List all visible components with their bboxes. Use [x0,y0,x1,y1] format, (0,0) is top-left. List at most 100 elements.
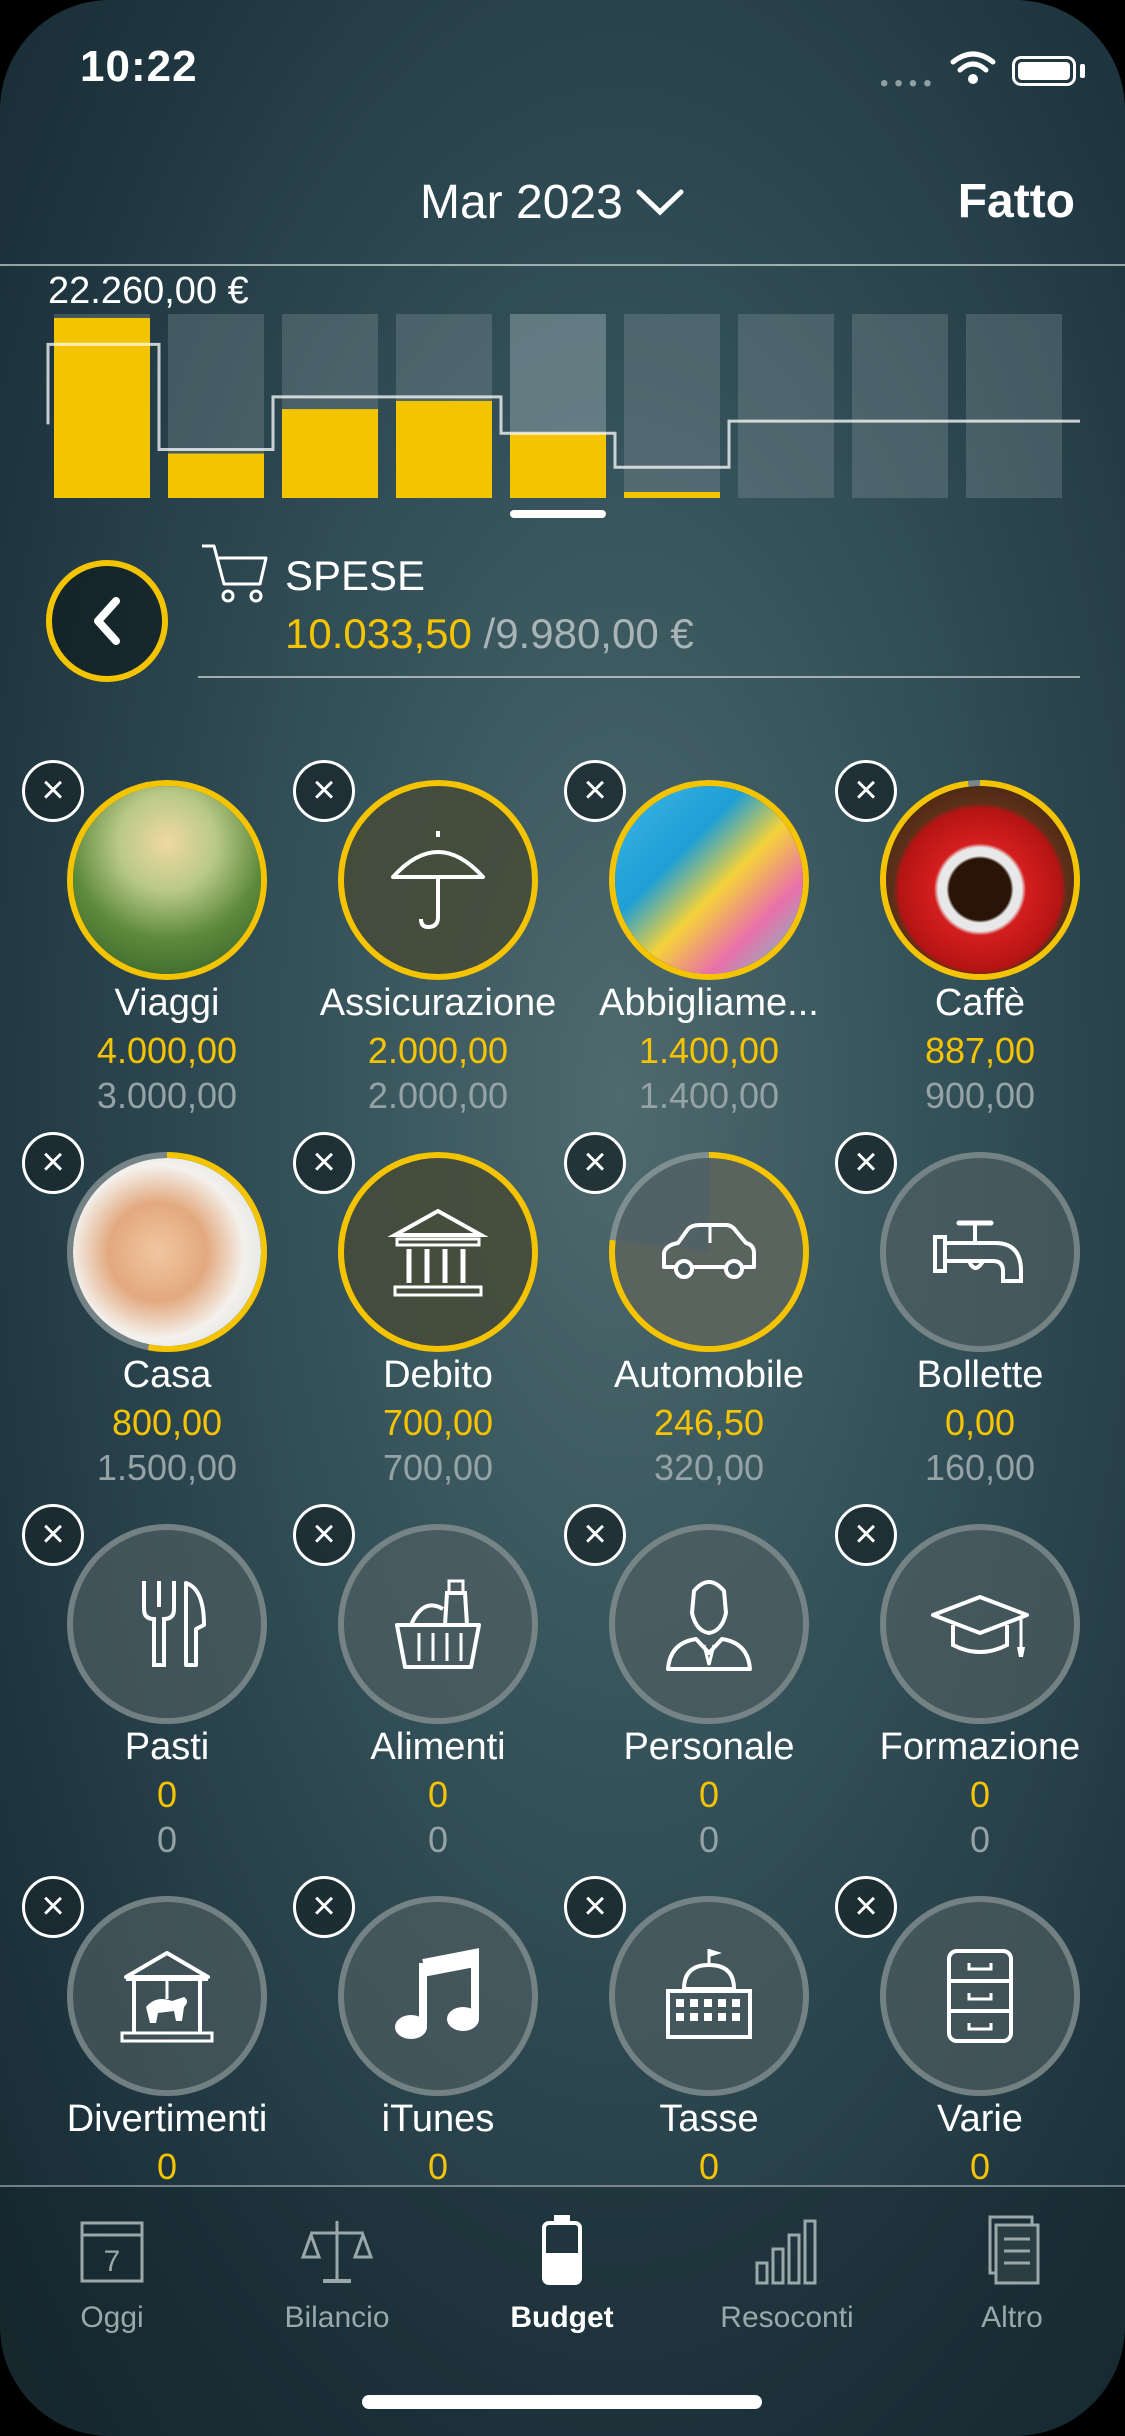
remove-category-button[interactable]: × [835,1876,897,1938]
category-budget-amount: 1.500,00 [96,1447,238,1488]
category-item[interactable]: × Personale 0 0 [564,1504,844,1874]
category-circle[interactable] [338,1152,538,1352]
remove-category-button[interactable]: × [22,760,84,822]
category-circle[interactable] [338,1896,538,2096]
category-item[interactable]: × Divertimenti 0 [22,1876,302,2185]
done-button[interactable]: Fatto [958,174,1075,229]
month-label: Mar 2023 [420,175,623,229]
chart-bar-background[interactable] [738,314,834,498]
category-spent-amount: 0 [969,1774,991,1815]
category-circle[interactable] [609,1524,809,1724]
photo-shopping [615,786,803,974]
calendar-icon: 7 [80,2221,144,2283]
category-item[interactable]: × Debito 700,00 700,00 [293,1132,573,1502]
carousel-icon [120,1951,214,2043]
category-amounts: 10.033,50 /9.980,00 € [285,610,694,658]
category-item[interactable]: × Alimenti 0 0 [293,1504,573,1874]
category-circle[interactable] [609,1896,809,2096]
chart-bar-background[interactable] [624,314,720,498]
status-bar: 10:22 •••• [0,0,1125,140]
category-budget-amount: 3.000,00 [96,1075,238,1116]
category-circle[interactable] [67,780,267,980]
tab-oggi[interactable]: 7 Oggi [12,2211,212,2351]
category-item[interactable]: × Automobile 246,50 320,00 [564,1132,844,1502]
wifi-icon [950,51,996,84]
chart-bar[interactable] [282,409,378,498]
category-item[interactable]: × Assicurazione 2.000,00 2.000,00 [293,760,573,1130]
chart-bar-background[interactable] [852,314,948,498]
category-item[interactable]: × Viaggi 4.000,00 3.000,00 [22,760,302,1130]
close-icon: × [312,767,336,812]
remove-category-button[interactable]: × [835,760,897,822]
remove-category-button[interactable]: × [564,760,626,822]
category-item[interactable]: × Casa 800,00 1.500,00 [22,1132,302,1502]
category-item[interactable]: × Bollette 0,00 160,00 [835,1132,1115,1502]
close-icon: × [583,767,607,812]
selected-month-indicator [510,510,606,518]
category-item[interactable]: × Tasse 0 [564,1876,844,2185]
government-building-icon [666,1949,752,2039]
category-item[interactable]: × Caffè 887,00 900,00 [835,760,1115,1130]
tab-budget[interactable]: Budget [462,2211,662,2351]
scales-icon [300,2221,374,2283]
chart-bar-background[interactable] [966,314,1062,498]
category-circle[interactable] [880,1524,1080,1724]
svg-text:7: 7 [104,2245,121,2278]
remove-category-button[interactable]: × [22,1876,84,1938]
category-spent-amount: 0 [156,1774,178,1815]
remove-category-button[interactable]: × [564,1132,626,1194]
remove-category-button[interactable]: × [22,1132,84,1194]
category-circle[interactable] [880,1896,1080,2096]
close-icon: × [583,1511,607,1556]
remove-category-button[interactable]: × [293,1876,355,1938]
remove-category-button[interactable]: × [564,1504,626,1566]
remove-category-button[interactable]: × [564,1876,626,1938]
category-circle[interactable] [338,1524,538,1724]
category-spent-amount: 0 [698,2146,720,2185]
category-budget-amount: 700,00 [382,1447,494,1488]
close-icon: × [583,1139,607,1184]
category-item[interactable]: × Abbigliame... 1.400,00 1.400,00 [564,760,844,1130]
category-name: Varie [937,2098,1023,2140]
remove-category-button[interactable]: × [293,1132,355,1194]
tab-bilancio[interactable]: Bilancio [237,2211,437,2351]
category-circle[interactable] [880,1152,1080,1352]
category-budget-amount: 0 [969,1819,991,1860]
remove-category-button[interactable]: × [835,1504,897,1566]
close-icon: × [41,1511,65,1556]
category-circle[interactable] [609,780,809,980]
chart-bar[interactable] [510,433,606,498]
tab-label: Bilancio [284,2301,390,2334]
category-item[interactable]: × Pasti 0 0 [22,1504,302,1874]
bank-icon [387,1208,489,1297]
category-item[interactable]: × Varie 0 [835,1876,1115,2185]
month-selector[interactable]: Mar 2023 [420,172,685,232]
category-circle[interactable] [67,1896,267,2096]
chart-bar[interactable] [624,492,720,498]
home-indicator[interactable] [362,2395,762,2409]
category-circle[interactable] [67,1524,267,1724]
tab-altro[interactable]: Altro [912,2211,1112,2351]
category-circle[interactable] [338,780,538,980]
category-circle[interactable] [609,1152,809,1352]
category-item[interactable]: × Formazione 0 0 [835,1504,1115,1874]
tab-resoconti[interactable]: Resoconti [687,2211,887,2351]
chart-bar[interactable] [396,400,492,498]
cutlery-icon [142,1581,206,1667]
category-budget-amount: 0 [698,1819,720,1860]
category-spent-amount: 0,00 [944,1402,1016,1443]
remove-category-button[interactable]: × [22,1504,84,1566]
category-spent-amount: 1.400,00 [638,1030,780,1071]
remove-category-button[interactable]: × [293,760,355,822]
category-spent-amount: 0 [969,2146,991,2185]
remove-category-button[interactable]: × [835,1132,897,1194]
back-button[interactable] [46,560,168,682]
category-name: Formazione [879,1726,1081,1768]
category-circle[interactable] [67,1152,267,1352]
category-item[interactable]: × iTunes 0 [293,1876,573,2185]
remove-category-button[interactable]: × [293,1504,355,1566]
category-circle[interactable] [880,780,1080,980]
chart-bar[interactable] [168,453,264,498]
close-icon: × [41,1883,65,1928]
category-header: SPESE 10.033,50 /9.980,00 € [0,540,1125,690]
